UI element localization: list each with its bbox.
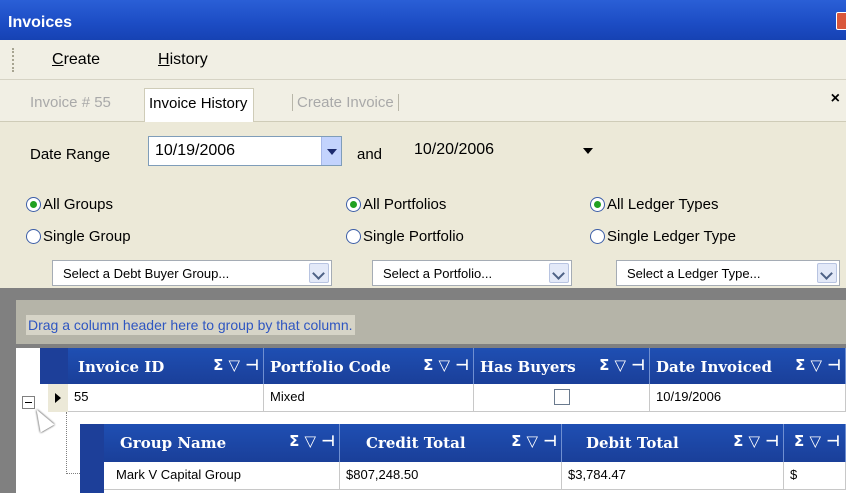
sum-filter-pin-icons[interactable]: Σ ▽ ⊣	[795, 356, 841, 374]
debt-buyer-group-select[interactable]: Select a Debt Buyer Group...	[52, 260, 332, 286]
radio-dot-icon	[346, 229, 361, 244]
radio-single-portfolio[interactable]: Single Portfolio	[346, 228, 464, 245]
select-placeholder: Select a Ledger Type...	[627, 266, 761, 281]
date-range-label: Date Range	[30, 146, 111, 163]
sum-filter-pin-icons[interactable]: Σ ▽ ⊣	[733, 432, 779, 450]
cell-has-buyers[interactable]	[474, 384, 650, 412]
radio-dot-icon	[26, 197, 41, 212]
sum-filter-pin-icons[interactable]: Σ ▽ ⊣	[794, 432, 840, 450]
tree-connector	[66, 412, 80, 474]
radio-label: All Groups	[43, 196, 114, 213]
child-header-row-selector	[80, 424, 104, 462]
close-icon[interactable]	[836, 12, 846, 30]
tab-strip: Invoice # 55 Invoice History Create Invo…	[0, 80, 846, 122]
row-selector[interactable]	[48, 384, 68, 412]
column-header-label: Credit Total	[366, 434, 466, 452]
radio-dot-icon	[590, 197, 605, 212]
radio-single-group[interactable]: Single Group	[26, 228, 131, 245]
dropdown-arrow-icon[interactable]	[321, 137, 341, 165]
and-label: and	[357, 146, 383, 163]
window-title-bar: Invoices	[0, 0, 846, 40]
filter-panel: Date Range 10/19/2006 and 10/20/2006 All…	[0, 122, 846, 288]
radio-dot-icon	[26, 229, 41, 244]
cell-group-name[interactable]: Mark V Capital Group	[104, 462, 340, 490]
sum-filter-pin-icons[interactable]: Σ ▽ ⊣	[599, 356, 645, 374]
sum-filter-pin-icons[interactable]: Σ ▽ ⊣	[213, 356, 259, 374]
radio-label: All Ledger Types	[607, 196, 719, 213]
sum-filter-pin-icons[interactable]: Σ ▽ ⊣	[423, 356, 469, 374]
column-header-group-name[interactable]: Group Name Σ ▽ ⊣	[104, 424, 340, 462]
window-title: Invoices	[8, 14, 73, 31]
cell-extra[interactable]: $	[784, 462, 846, 490]
column-header-portfolio-code[interactable]: Portfolio Code Σ ▽ ⊣	[264, 348, 474, 384]
radio-label: Single Group	[43, 228, 131, 245]
column-header-label: Group Name	[120, 434, 227, 452]
column-header-credit-total[interactable]: Credit Total Σ ▽ ⊣	[340, 424, 562, 462]
tab-create-invoice[interactable]: Create Invoice	[292, 94, 399, 111]
column-header-date-invoiced[interactable]: Date Invoiced Σ ▽ ⊣	[650, 348, 846, 384]
menu-bar: Create History	[0, 40, 846, 80]
radio-single-ledger-type[interactable]: Single Ledger Type	[590, 228, 736, 245]
cell-portfolio-code[interactable]: Mixed	[264, 384, 474, 412]
cell-credit-total[interactable]: $807,248.50	[340, 462, 562, 490]
tab-invoice-history[interactable]: Invoice History	[144, 88, 255, 122]
column-header-debit-total[interactable]: Debit Total Σ ▽ ⊣	[562, 424, 784, 462]
chevron-down-icon[interactable]	[817, 263, 837, 283]
cell-date-invoiced[interactable]: 10/19/2006	[650, 384, 846, 412]
grid-body: Invoice ID Σ ▽ ⊣ Portfolio Code Σ ▽ ⊣ Ha…	[16, 348, 846, 493]
sum-filter-pin-icons[interactable]: Σ ▽ ⊣	[289, 432, 335, 450]
column-header-label: Date Invoiced	[656, 358, 772, 376]
column-header-label: Portfolio Code	[270, 358, 391, 376]
column-header-label: Invoice ID	[78, 358, 165, 376]
column-header-label: Has Buyers	[480, 358, 576, 376]
tab-close-icon[interactable]: ×	[831, 90, 840, 108]
radio-dot-icon	[590, 229, 605, 244]
date-to-picker[interactable]: 10/20/2006	[408, 136, 598, 166]
date-to-value: 10/20/2006	[414, 141, 495, 158]
ledger-type-select[interactable]: Select a Ledger Type...	[616, 260, 840, 286]
cell-invoice-id[interactable]: 55	[68, 384, 264, 412]
invoice-grid: Drag a column header here to group by th…	[0, 288, 846, 493]
tab-invoice-55[interactable]: Invoice # 55	[30, 94, 111, 111]
chevron-down-icon[interactable]	[309, 263, 329, 283]
column-header-extra[interactable]: Σ ▽ ⊣	[784, 424, 846, 462]
date-from-picker[interactable]: 10/19/2006	[148, 136, 342, 166]
current-row-arrow-icon	[55, 393, 61, 403]
radio-label: All Portfolios	[363, 196, 447, 213]
select-placeholder: Select a Portfolio...	[383, 266, 493, 281]
radio-all-portfolios[interactable]: All Portfolios	[346, 196, 446, 213]
menu-create[interactable]: Create	[52, 51, 100, 69]
cell-debit-total[interactable]: $3,784.47	[562, 462, 784, 490]
portfolio-select[interactable]: Select a Portfolio...	[372, 260, 572, 286]
column-header-invoice-id[interactable]: Invoice ID Σ ▽ ⊣	[68, 348, 264, 384]
chevron-down-icon[interactable]	[549, 263, 569, 283]
radio-all-ledger-types[interactable]: All Ledger Types	[590, 196, 718, 213]
toolbar-grip-icon[interactable]	[12, 48, 16, 72]
header-row-selector	[40, 348, 68, 384]
radio-dot-icon	[346, 197, 361, 212]
has-buyers-checkbox[interactable]	[554, 389, 570, 405]
radio-all-groups[interactable]: All Groups	[26, 196, 113, 213]
collapse-icon[interactable]	[22, 396, 35, 409]
date-from-value: 10/19/2006	[155, 142, 236, 159]
column-header-label: Debit Total	[586, 434, 679, 452]
menu-history[interactable]: History	[158, 51, 208, 69]
group-by-hint: Drag a column header here to group by th…	[26, 315, 355, 335]
radio-label: Single Portfolio	[363, 228, 464, 245]
column-header-has-buyers[interactable]: Has Buyers Σ ▽ ⊣	[474, 348, 650, 384]
radio-label: Single Ledger Type	[607, 228, 736, 245]
sum-filter-pin-icons[interactable]: Σ ▽ ⊣	[511, 432, 557, 450]
select-placeholder: Select a Debt Buyer Group...	[63, 266, 230, 281]
group-by-panel[interactable]: Drag a column header here to group by th…	[16, 300, 846, 344]
dropdown-arrow-icon[interactable]	[578, 136, 598, 164]
child-row-selector[interactable]	[80, 462, 104, 493]
